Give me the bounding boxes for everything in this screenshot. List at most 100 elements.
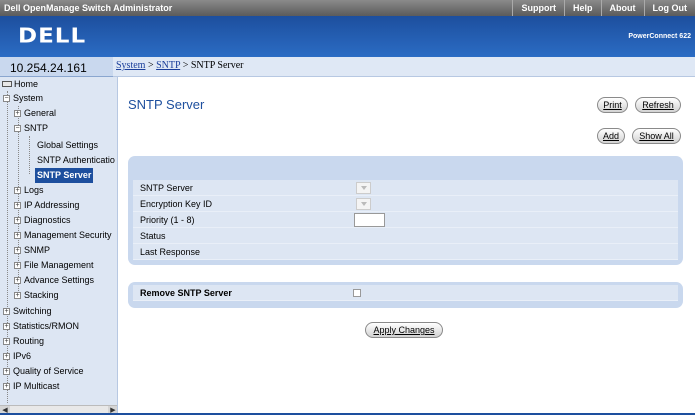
- show-all-button[interactable]: Show All: [632, 128, 681, 144]
- sidebar-item-ipv6[interactable]: + IPv6: [3, 349, 31, 364]
- sidebar-item-ip-multicast[interactable]: + IP Multicast: [3, 379, 59, 394]
- dell-logo: DELL: [18, 24, 87, 48]
- sidebar-item-label: Diagnostics: [24, 215, 71, 225]
- sidebar-item-label: SNTP: [24, 123, 49, 133]
- last-response-row: Last Response: [133, 244, 678, 260]
- panel-header: [133, 159, 678, 175]
- sidebar-item-label: Switching: [13, 306, 52, 316]
- sidebar-item-label: SNTP Server: [37, 170, 92, 180]
- priority-row: Priority (1 - 8): [133, 212, 678, 228]
- sidebar-item-home[interactable]: Home: [2, 77, 38, 92]
- encryption-key-row: Encryption Key ID: [133, 196, 678, 212]
- sidebar-item-stacking[interactable]: + Stacking: [14, 288, 59, 303]
- collapse-icon[interactable]: −: [14, 125, 21, 132]
- expand-icon[interactable]: +: [14, 262, 21, 269]
- expand-icon[interactable]: +: [14, 292, 21, 299]
- sidebar-item-sntp-server[interactable]: SNTP Server: [35, 168, 94, 183]
- sidebar-item-switching[interactable]: + Switching: [3, 304, 52, 319]
- print-button[interactable]: Print: [597, 97, 628, 113]
- expand-icon[interactable]: +: [14, 110, 21, 117]
- remove-sntp-server-label: Remove SNTP Server: [140, 288, 232, 298]
- home-icon: [2, 81, 12, 87]
- page-title: SNTP Server: [128, 97, 205, 112]
- status-label: Status: [140, 231, 166, 241]
- sidebar-item-label: Management Security: [24, 230, 112, 240]
- breadcrumb: System > SNTP > SNTP Server: [113, 57, 695, 77]
- sidebar-item-advance-settings[interactable]: + Advance Settings: [14, 273, 94, 288]
- expand-icon[interactable]: +: [14, 277, 21, 284]
- sidebar-item-label: Statistics/RMON: [13, 321, 80, 331]
- sidebar-item-label: General: [24, 108, 57, 118]
- priority-input[interactable]: [354, 213, 385, 227]
- sidebar-item-label: Global Settings: [37, 140, 99, 150]
- support-link[interactable]: Support: [512, 0, 564, 16]
- sidebar-item-label: SNTP Authenticatio: [37, 155, 115, 165]
- expand-icon[interactable]: +: [3, 383, 10, 390]
- sntp-server-select[interactable]: [356, 182, 371, 194]
- sidebar-item-logs[interactable]: + Logs: [14, 183, 44, 198]
- encryption-key-select[interactable]: [356, 198, 371, 210]
- breadcrumb-separator: >: [145, 60, 157, 71]
- device-ip: 10.254.24.161: [0, 57, 113, 77]
- product-name: PowerConnect 622: [628, 33, 691, 40]
- sidebar-item-statistics-rmon[interactable]: + Statistics/RMON: [3, 319, 79, 334]
- expand-icon[interactable]: +: [3, 323, 10, 330]
- sidebar-item-file-management[interactable]: + File Management: [14, 258, 94, 273]
- sidebar-item-label: Routing: [13, 336, 45, 346]
- expand-icon[interactable]: +: [14, 217, 21, 224]
- sidebar-item-quality-of-service[interactable]: + Quality of Service: [3, 364, 84, 379]
- about-link[interactable]: About: [600, 0, 644, 16]
- sidebar-item-label: IP Multicast: [13, 381, 60, 391]
- sntp-server-panel: SNTP Server Encryption Key ID Priority (…: [128, 156, 683, 265]
- status-row: Status: [133, 228, 678, 244]
- tree-connector: [29, 136, 30, 174]
- expand-icon[interactable]: +: [3, 308, 10, 315]
- sidebar-item-global-settings[interactable]: Global Settings: [37, 138, 98, 153]
- help-link[interactable]: Help: [563, 0, 601, 16]
- breadcrumb-separator: >: [180, 60, 191, 71]
- sidebar-tree: Home − System + General − SNTP Global Setti…: [0, 77, 118, 415]
- breadcrumb-current: SNTP Server: [190, 60, 244, 71]
- priority-label: Priority (1 - 8): [140, 215, 195, 225]
- refresh-button[interactable]: Refresh: [635, 97, 681, 113]
- expand-icon[interactable]: +: [3, 368, 10, 375]
- breadcrumb-system-link[interactable]: System: [116, 60, 145, 71]
- expand-icon[interactable]: +: [14, 202, 21, 209]
- expand-icon[interactable]: +: [3, 353, 10, 360]
- sidebar-item-label: File Management: [24, 260, 94, 270]
- sidebar-item-sntp[interactable]: − SNTP: [14, 121, 48, 136]
- apply-changes-button[interactable]: Apply Changes: [365, 322, 443, 338]
- sidebar-item-management-security[interactable]: + Management Security: [14, 228, 112, 243]
- remove-panel: Remove SNTP Server: [128, 282, 683, 308]
- top-bar: Dell OpenManage Switch Administrator Sup…: [0, 0, 695, 16]
- sidebar-item-label: Logs: [24, 185, 44, 195]
- expand-icon[interactable]: +: [14, 247, 21, 254]
- sidebar-item-label: SNMP: [24, 245, 51, 255]
- sidebar-item-snmp[interactable]: + SNMP: [14, 243, 50, 258]
- sidebar-item-diagnostics[interactable]: + Diagnostics: [14, 213, 71, 228]
- remove-row: Remove SNTP Server: [133, 285, 678, 301]
- top-links: Support Help About Log Out: [512, 0, 695, 16]
- sidebar-item-label: Home: [14, 79, 39, 89]
- add-button[interactable]: Add: [597, 128, 625, 144]
- expand-icon[interactable]: +: [14, 187, 21, 194]
- logout-link[interactable]: Log Out: [643, 0, 695, 16]
- brand-bar: DELL PowerConnect 622: [0, 16, 695, 57]
- encryption-key-label: Encryption Key ID: [140, 199, 213, 209]
- app-title: Dell OpenManage Switch Administrator: [4, 3, 173, 13]
- expand-icon[interactable]: +: [14, 232, 21, 239]
- sidebar-item-system[interactable]: − System: [3, 91, 43, 106]
- sidebar-item-ip-addressing[interactable]: + IP Addressing: [14, 198, 79, 213]
- expand-icon[interactable]: +: [3, 338, 10, 345]
- sntp-server-row: SNTP Server: [133, 180, 678, 196]
- remove-sntp-server-checkbox[interactable]: [353, 289, 361, 297]
- collapse-icon[interactable]: −: [3, 95, 10, 102]
- sidebar-item-label: Quality of Service: [13, 366, 84, 376]
- breadcrumb-sntp-link[interactable]: SNTP: [156, 60, 180, 71]
- sidebar-item-label: IP Addressing: [24, 200, 80, 210]
- sidebar-item-label: Stacking: [24, 290, 59, 300]
- sidebar-item-general[interactable]: + General: [14, 106, 56, 121]
- sntp-server-label: SNTP Server: [140, 183, 193, 193]
- sidebar-item-routing[interactable]: + Routing: [3, 334, 44, 349]
- sidebar-item-sntp-authentication[interactable]: SNTP Authenticatio: [37, 153, 115, 168]
